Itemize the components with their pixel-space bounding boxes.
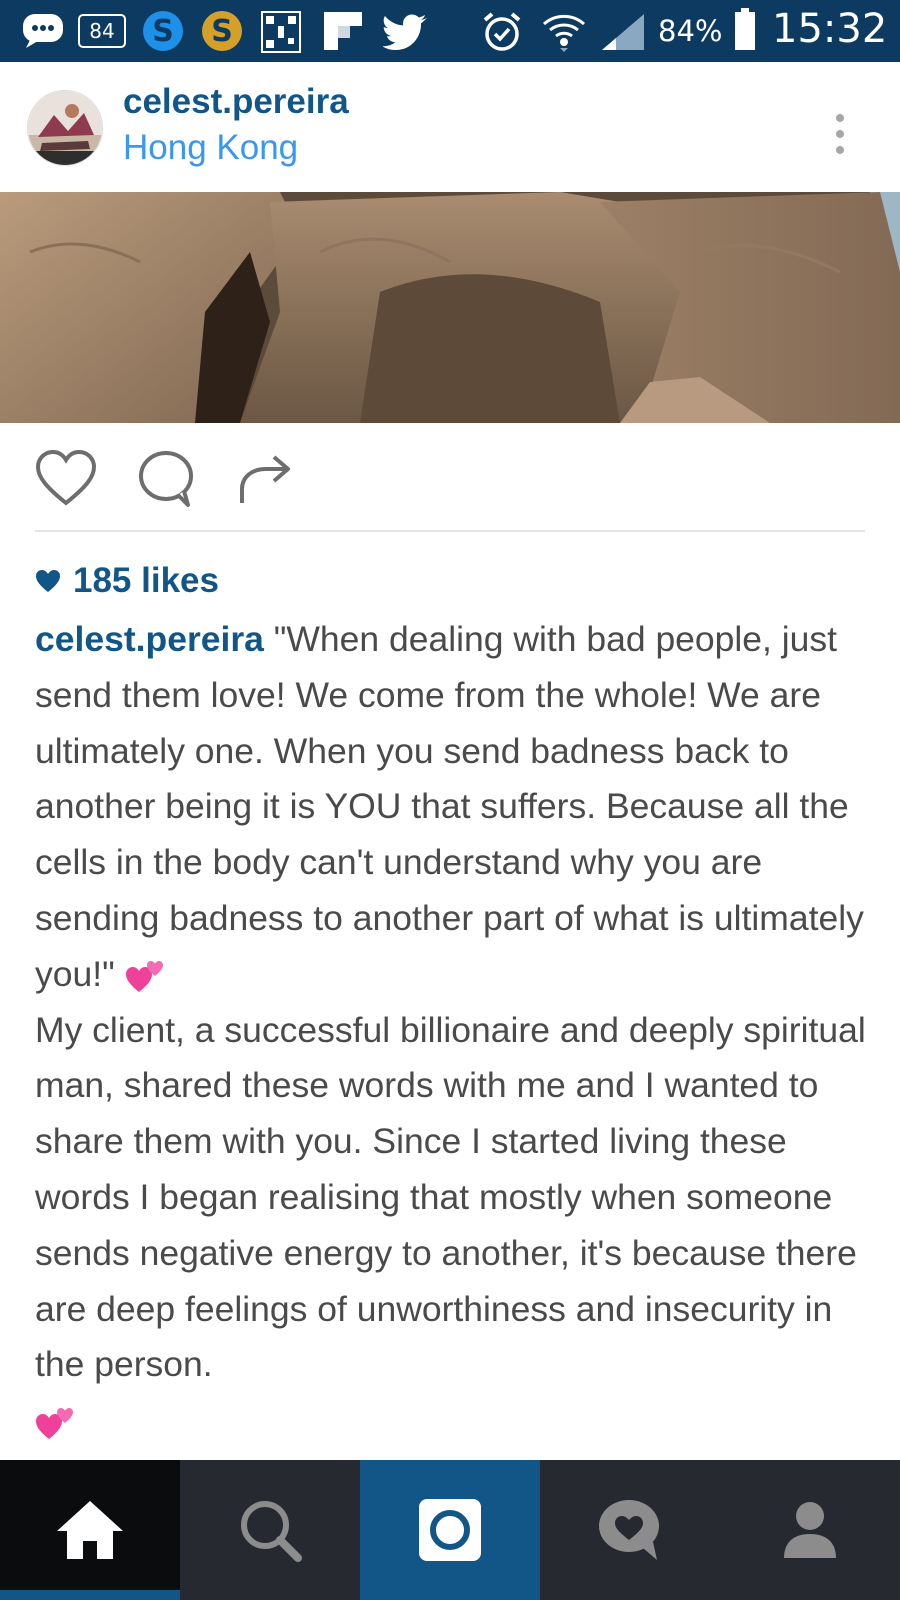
likes-count: 185 likes (73, 561, 219, 600)
more-dot-icon (836, 146, 844, 154)
caption-body-paragraph: My client, a successful billionaire and … (35, 1003, 875, 1394)
divider (35, 530, 865, 532)
caption-body: My client, a successful billionaire and … (35, 1009, 866, 1385)
clock: 15:32 (772, 6, 888, 52)
message-icon (22, 12, 64, 50)
like-heart-icon[interactable] (34, 447, 98, 511)
caption-quote-paragraph: celest.pereira "When dealing with bad pe… (35, 612, 875, 1003)
battery-percent: 84% (658, 14, 723, 48)
bottom-nav (0, 1460, 900, 1600)
nav-activity[interactable] (540, 1460, 720, 1600)
profile-icon (784, 1502, 836, 1558)
status-bar: 84 S S 84% 15:32 (0, 0, 900, 62)
post-username[interactable]: celest.pereira (123, 82, 349, 122)
alarm-icon (480, 10, 524, 54)
two-hearts-emoji-icon (125, 961, 163, 993)
camera-icon (419, 1499, 481, 1561)
caption-end-emoji (35, 1393, 875, 1449)
likes-heart-icon (36, 570, 60, 592)
notification-count: 84 (89, 19, 115, 43)
more-options-button[interactable] (820, 104, 860, 164)
more-dot-icon (836, 114, 844, 122)
wifi-icon (540, 8, 588, 52)
post-photo[interactable] (0, 192, 900, 423)
twitter-icon (383, 12, 429, 52)
skype-icon: S (140, 8, 186, 54)
more-dot-icon (836, 130, 844, 138)
flipboard-icon (322, 10, 364, 52)
battery-icon (734, 8, 756, 52)
skype-gold-icon: S (199, 8, 245, 54)
svg-text:S: S (152, 14, 174, 49)
qr-icon (258, 10, 304, 54)
svg-text:S: S (211, 14, 233, 49)
two-hearts-emoji-icon (36, 1407, 73, 1439)
likes-row[interactable]: 185 likes (35, 556, 219, 606)
avatar[interactable] (27, 90, 103, 166)
post-caption: celest.pereira "When dealing with bad pe… (35, 612, 875, 1449)
nav-home[interactable] (0, 1460, 180, 1600)
share-arrow-icon[interactable] (234, 447, 298, 511)
post-actions (0, 423, 900, 533)
nav-camera[interactable] (360, 1460, 540, 1600)
activity-icon (599, 1500, 659, 1560)
signal-icon (600, 12, 646, 52)
comment-bubble-icon[interactable] (134, 447, 198, 511)
notification-count-icon: 84 (78, 14, 126, 48)
nav-profile[interactable] (720, 1460, 900, 1600)
post-header: celest.pereira Hong Kong (0, 62, 900, 192)
search-icon (241, 1501, 302, 1562)
caption-quote: "When dealing with bad people, just send… (35, 619, 864, 994)
caption-username[interactable]: celest.pereira (35, 619, 264, 659)
post-location[interactable]: Hong Kong (123, 128, 298, 168)
nav-search[interactable] (180, 1460, 360, 1600)
home-icon (57, 1501, 123, 1559)
